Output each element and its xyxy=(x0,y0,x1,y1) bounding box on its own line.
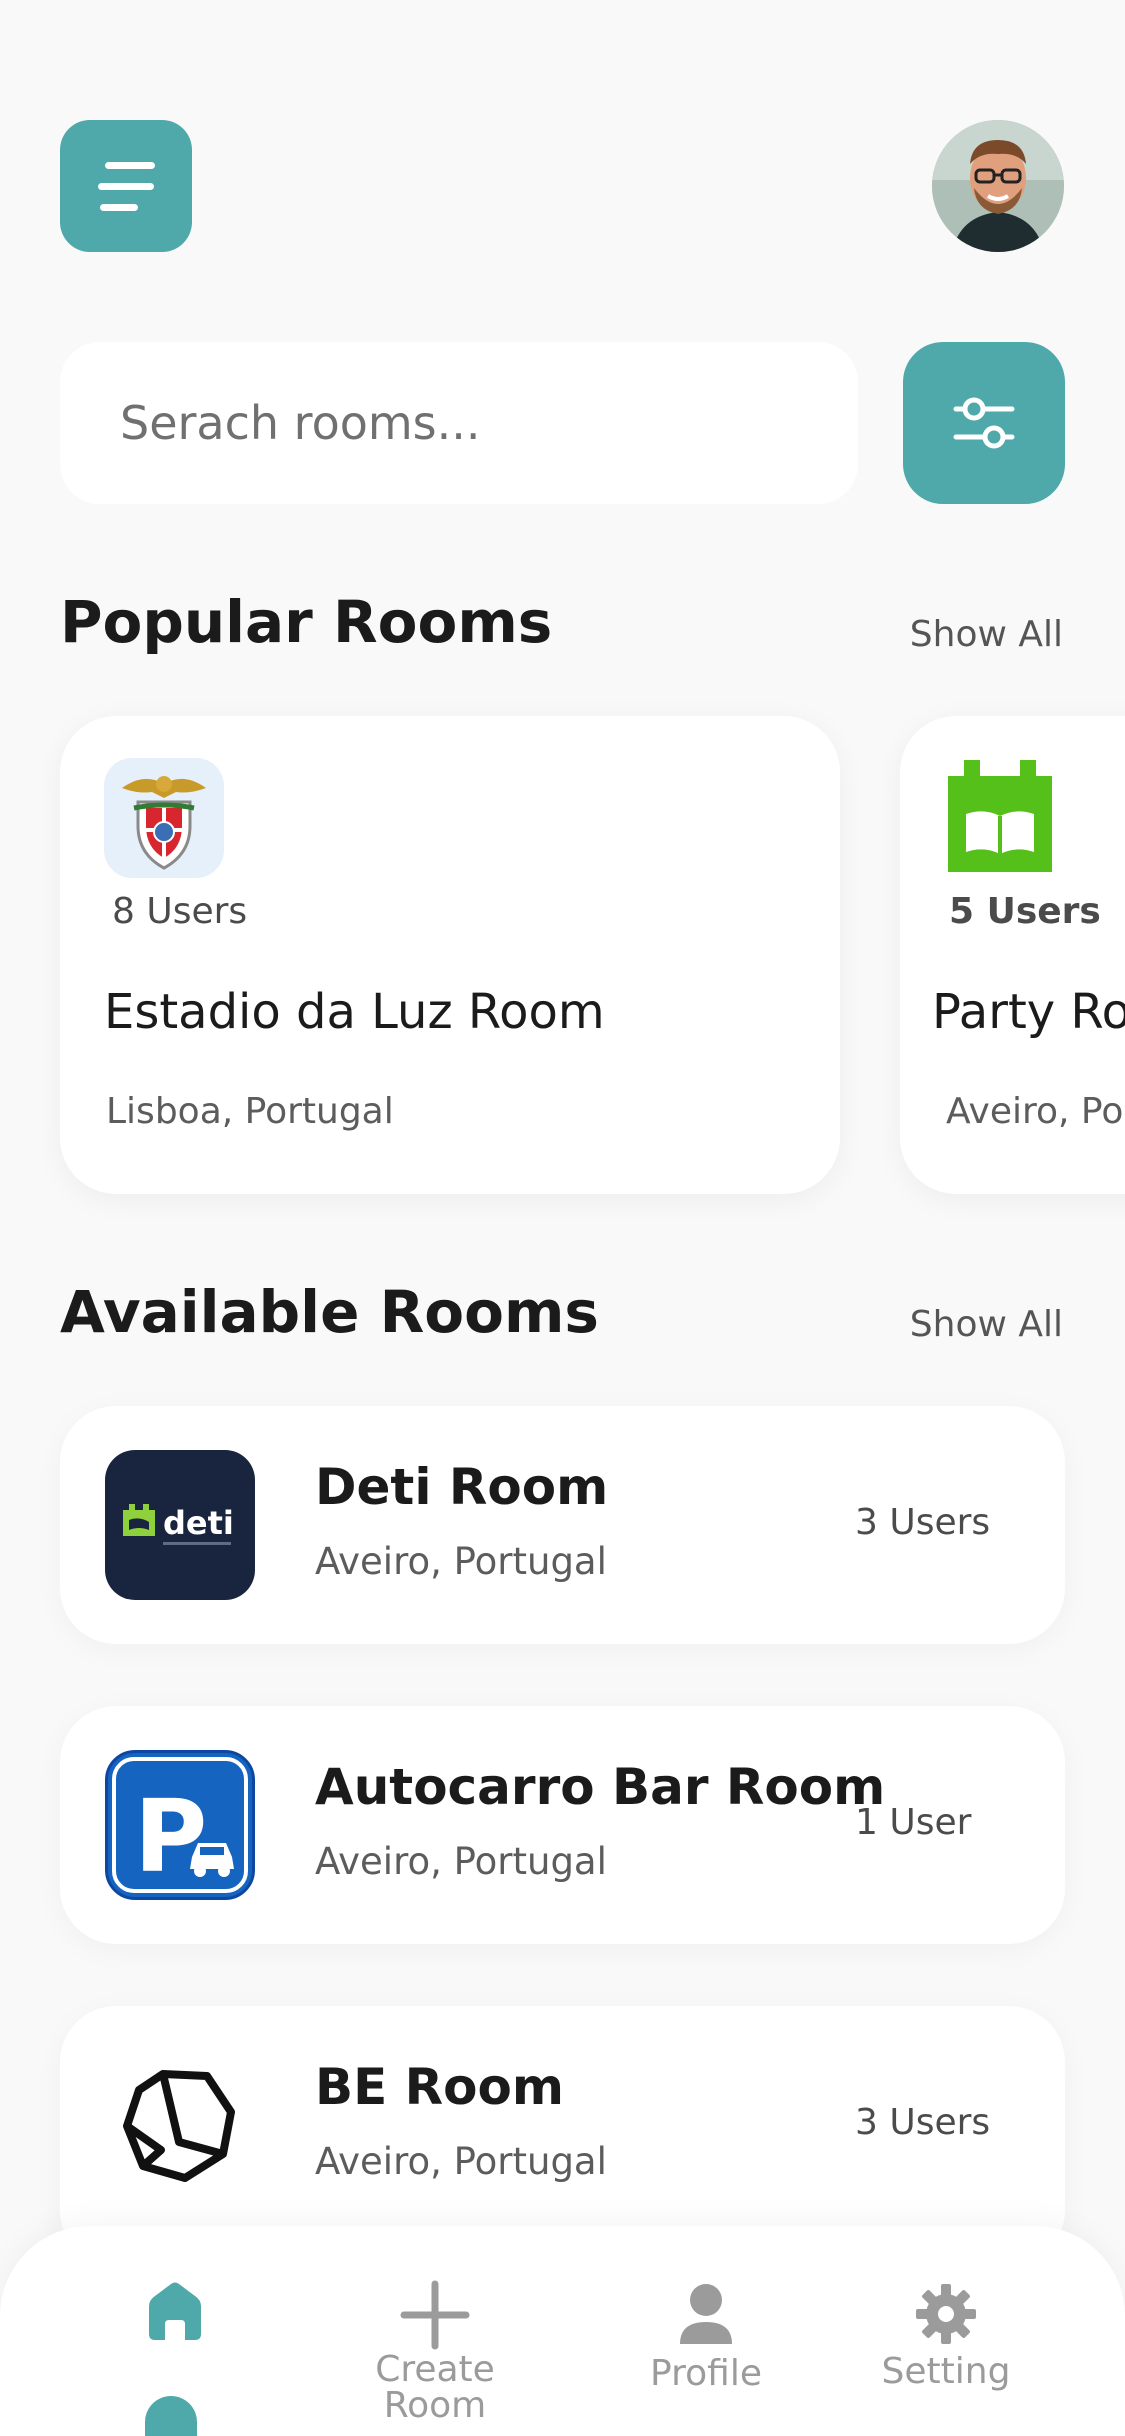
hamburger-icon-line xyxy=(105,161,155,169)
nav-home[interactable] xyxy=(140,2280,210,2348)
nav-profile[interactable]: Profile xyxy=(640,2282,772,2392)
room-users: 3 Users xyxy=(855,1502,991,1543)
room-name: Deti Room xyxy=(315,1458,609,1516)
gear-icon xyxy=(916,2284,976,2344)
popular-room-location: Aveiro, Por xyxy=(946,1091,1125,1132)
room-location: Aveiro, Portugal xyxy=(315,1540,607,1583)
hamburger-icon-line xyxy=(98,182,154,190)
room-location: Aveiro, Portugal xyxy=(315,1840,607,1883)
parking-sign-icon: P xyxy=(105,1750,255,1900)
popular-rooms-title: Popular Rooms xyxy=(60,588,553,656)
hamburger-icon-line xyxy=(100,203,138,211)
popular-room-card[interactable]: 5 Users Party Ro Aveiro, Por xyxy=(900,716,1125,1194)
nav-setting[interactable]: Setting xyxy=(876,2282,1016,2390)
nav-create-label-1: Create xyxy=(375,2349,495,2390)
room-location: Aveiro, Portugal xyxy=(315,2140,607,2183)
room-users: 1 User xyxy=(855,1802,972,1843)
popular-room-users: 8 Users xyxy=(112,891,248,932)
filter-button[interactable] xyxy=(903,342,1065,504)
plus-icon xyxy=(400,2280,470,2350)
room-name: BE Room xyxy=(315,2058,564,2116)
benfica-crest-icon xyxy=(104,758,224,878)
nav-create-label-2: Room xyxy=(383,2385,487,2426)
hexagon-logo-icon xyxy=(105,2050,255,2200)
home-icon xyxy=(149,2282,201,2340)
room-users: 3 Users xyxy=(855,2102,991,2143)
person-icon xyxy=(680,2284,732,2344)
castle-book-logo-icon xyxy=(944,754,1056,872)
menu-button[interactable] xyxy=(60,120,192,252)
available-room-row[interactable]: P Autocarro Bar Room Aveiro, Portugal 1 … xyxy=(60,1706,1065,1944)
home-screen: Popular Rooms Show All 8 Users Estadio d… xyxy=(0,0,1125,2436)
deti-logo-icon: deti xyxy=(105,1450,255,1600)
sliders-icon xyxy=(953,397,1015,449)
popular-show-all-link[interactable]: Show All xyxy=(910,614,1063,655)
search-bar[interactable] xyxy=(60,342,858,504)
search-input[interactable] xyxy=(120,396,858,450)
popular-room-name: Party Ro xyxy=(932,984,1125,1040)
user-avatar-icon xyxy=(932,120,1064,252)
available-room-row[interactable]: deti Deti Room Aveiro, Portugal 3 Users xyxy=(60,1406,1065,1644)
room-name: Autocarro Bar Room xyxy=(315,1758,886,1816)
popular-room-location: Lisboa, Portugal xyxy=(106,1091,394,1132)
available-show-all-link[interactable]: Show All xyxy=(910,1304,1063,1345)
avatar[interactable] xyxy=(932,120,1064,252)
nav-setting-label: Setting xyxy=(881,2351,1011,2392)
deti-logo-text: deti xyxy=(163,1504,234,1542)
popular-room-users: 5 Users xyxy=(949,891,1101,932)
popular-room-name: Estadio da Luz Room xyxy=(104,984,605,1040)
nav-profile-label: Profile xyxy=(650,2353,762,2394)
available-rooms-title: Available Rooms xyxy=(60,1278,599,1346)
popular-room-card[interactable]: 8 Users Estadio da Luz Room Lisboa, Port… xyxy=(60,716,840,1194)
svg-text:P: P xyxy=(134,1778,207,1895)
nav-create-room[interactable]: Create Room xyxy=(360,2280,510,2424)
